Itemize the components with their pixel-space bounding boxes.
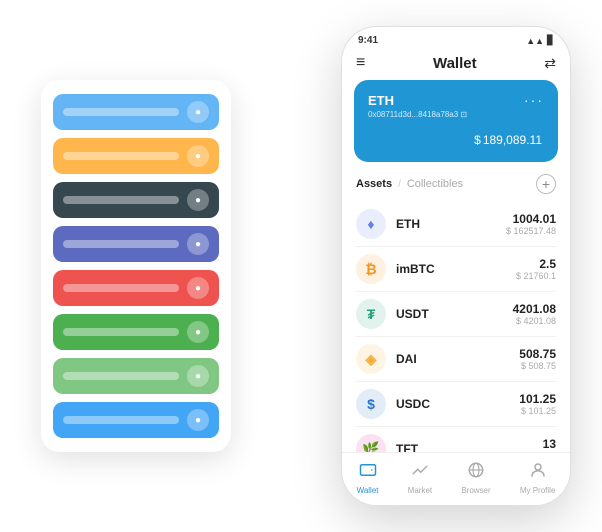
token-name: imBTC <box>396 262 516 276</box>
eth-card[interactable]: ETH ··· 0x08711d3d...8418a78a3 ⊡ $189,08… <box>354 80 558 162</box>
collectibles-tab[interactable]: Collectibles <box>407 178 463 190</box>
token-icon: ◈ <box>356 344 386 374</box>
token-balance: 101.25$ 101.25 <box>519 392 556 416</box>
nav-item-browser[interactable]: Browser <box>461 461 490 495</box>
token-name: DAI <box>396 352 519 366</box>
token-item[interactable]: ♦ ETH1004.01$ 162517.48 <box>356 202 556 247</box>
card-item[interactable]: ● <box>53 402 219 438</box>
scene: ● ● ● ● ● ● ● ● 9:41 ▲▲ ▊ ≡ Wallet ⇄ ETH ··· 0x… <box>21 16 581 516</box>
nav-icon-market <box>411 461 429 484</box>
status-bar: 9:41 ▲▲ ▊ <box>342 27 570 50</box>
token-icon: ♦ <box>356 209 386 239</box>
assets-tabs: Assets / Collectibles <box>356 178 463 190</box>
card-item[interactable]: ● <box>53 270 219 306</box>
card-item[interactable]: ● <box>53 138 219 174</box>
status-time: 9:41 <box>358 35 378 46</box>
token-list: ♦ ETH1004.01$ 162517.48 ₿ imBTC2.5$ 21760.1… <box>342 202 570 452</box>
nav-label-browser: Browser <box>461 486 490 495</box>
token-name: USDT <box>396 307 513 321</box>
eth-card-title: ETH <box>368 93 394 108</box>
token-item[interactable]: ₮ USDT4201.08$ 4201.08 <box>356 292 556 337</box>
token-icon: ₮ <box>356 299 386 329</box>
phone-header: ≡ Wallet ⇄ <box>342 50 570 80</box>
bottom-nav: Wallet Market Browser My Profile <box>342 452 570 505</box>
token-item[interactable]: 🌿 TFT130 <box>356 427 556 452</box>
token-item[interactable]: ₿ imBTC2.5$ 21760.1 <box>356 247 556 292</box>
token-balance: 2.5$ 21760.1 <box>516 257 556 281</box>
assets-tab[interactable]: Assets <box>356 178 392 190</box>
expand-icon[interactable]: ⇄ <box>544 55 556 72</box>
card-stack: ● ● ● ● ● ● ● ● <box>41 80 231 452</box>
nav-label-my-profile: My Profile <box>520 486 556 495</box>
nav-item-my-profile[interactable]: My Profile <box>520 461 556 495</box>
menu-icon[interactable]: ≡ <box>356 54 365 72</box>
eth-card-balance: $189,089.11 <box>368 127 544 150</box>
token-name: USDC <box>396 397 519 411</box>
token-balance: 130 <box>543 437 556 452</box>
token-icon: ₿ <box>356 254 386 284</box>
card-item[interactable]: ● <box>53 226 219 262</box>
nav-item-market[interactable]: Market <box>408 461 432 495</box>
nav-label-market: Market <box>408 486 432 495</box>
phone-mockup: 9:41 ▲▲ ▊ ≡ Wallet ⇄ ETH ··· 0x08711d3d.… <box>341 26 571 506</box>
token-balance: 4201.08$ 4201.08 <box>513 302 556 326</box>
card-item[interactable]: ● <box>53 314 219 350</box>
nav-icon-my-profile <box>529 461 547 484</box>
eth-card-address: 0x08711d3d...8418a78a3 ⊡ <box>368 110 544 119</box>
token-item[interactable]: ◈ DAI508.75$ 508.75 <box>356 337 556 382</box>
nav-icon-wallet <box>359 461 377 484</box>
token-icon: 🌿 <box>356 434 386 452</box>
token-icon: $ <box>356 389 386 419</box>
assets-header: Assets / Collectibles + <box>342 174 570 202</box>
nav-icon-browser <box>467 461 485 484</box>
nav-item-wallet[interactable]: Wallet <box>357 461 379 495</box>
token-balance: 508.75$ 508.75 <box>519 347 556 371</box>
wallet-title: Wallet <box>433 55 477 72</box>
status-icons: ▲▲ ▊ <box>526 35 554 46</box>
card-item[interactable]: ● <box>53 182 219 218</box>
add-token-button[interactable]: + <box>536 174 556 194</box>
token-name: TFT <box>396 442 543 452</box>
card-item[interactable]: ● <box>53 94 219 130</box>
eth-card-options[interactable]: ··· <box>524 92 544 108</box>
token-name: ETH <box>396 217 506 231</box>
card-item[interactable]: ● <box>53 358 219 394</box>
token-balance: 1004.01$ 162517.48 <box>506 212 556 236</box>
token-item[interactable]: $ USDC101.25$ 101.25 <box>356 382 556 427</box>
eth-card-header: ETH ··· <box>368 92 544 108</box>
nav-label-wallet: Wallet <box>357 486 379 495</box>
